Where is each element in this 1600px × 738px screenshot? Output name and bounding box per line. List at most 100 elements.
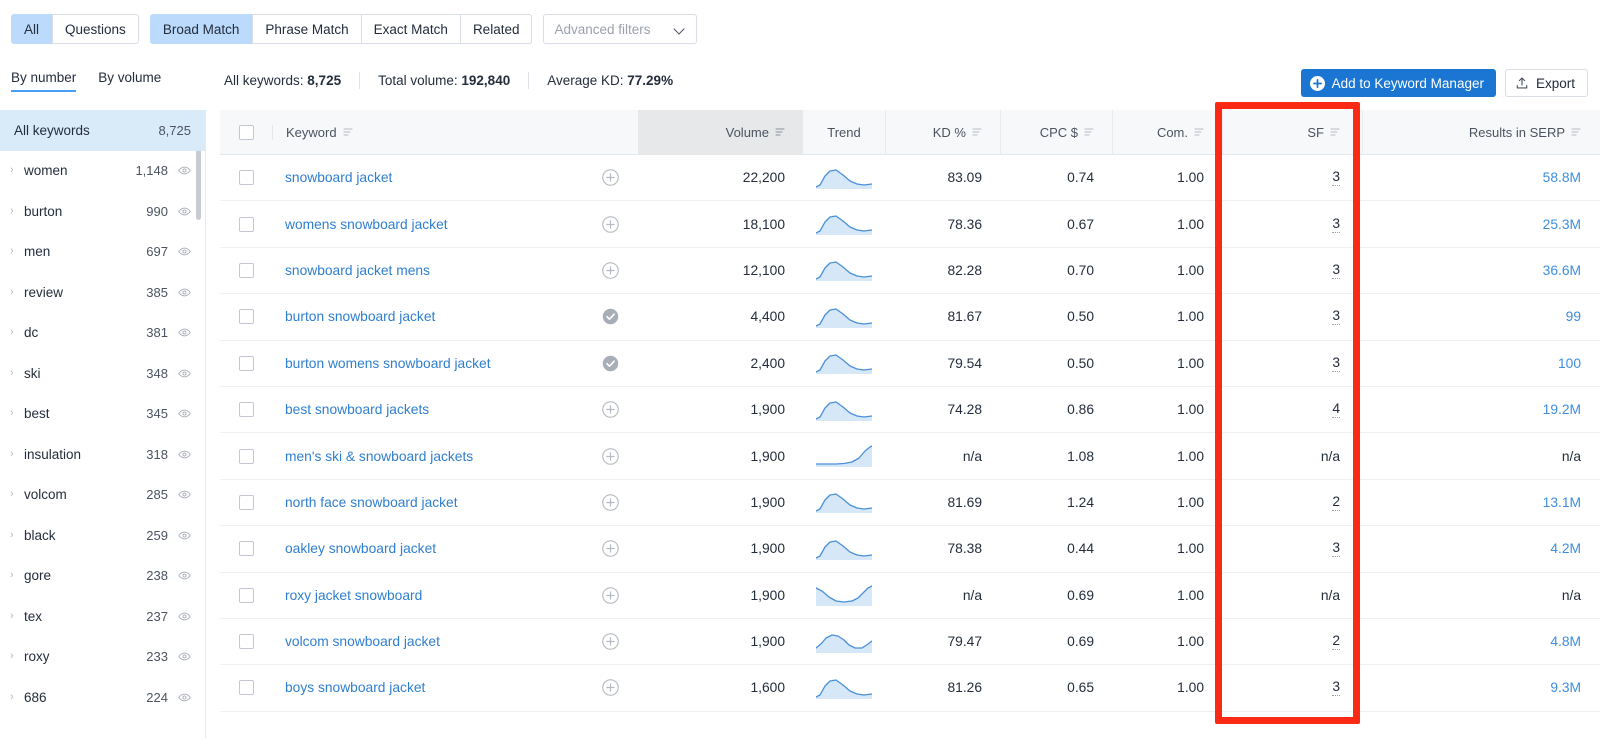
row-checkbox[interactable] — [239, 217, 254, 232]
sidebar-item[interactable]: ›insulation318 — [0, 434, 205, 475]
keyword-link[interactable]: volcom snowboard jacket — [285, 634, 440, 649]
sidebar-item[interactable]: ›gore238 — [0, 556, 205, 597]
add-plus-icon[interactable] — [602, 633, 619, 650]
chevron-right-icon[interactable]: › — [10, 489, 24, 500]
chevron-right-icon[interactable]: › — [10, 530, 24, 541]
results-value[interactable]: 36.6M — [1543, 263, 1581, 278]
results-value[interactable]: 19.2M — [1543, 402, 1581, 417]
sidebar-item[interactable]: ›dc381 — [0, 313, 205, 354]
add-plus-icon[interactable] — [602, 216, 619, 233]
advanced-filters-dropdown[interactable]: Advanced filters — [543, 14, 697, 44]
add-plus-icon[interactable] — [602, 494, 619, 511]
sf-value[interactable]: 3 — [1332, 540, 1340, 557]
keyword-link[interactable]: burton snowboard jacket — [285, 309, 435, 324]
add-plus-icon[interactable] — [602, 448, 619, 465]
row-checkbox[interactable] — [239, 356, 254, 371]
eye-icon[interactable] — [178, 367, 191, 380]
chevron-right-icon[interactable]: › — [10, 368, 24, 379]
sf-value[interactable]: 3 — [1332, 355, 1340, 372]
sf-value[interactable]: 3 — [1332, 262, 1340, 279]
eye-icon[interactable] — [178, 610, 191, 623]
tab-by-number[interactable]: By number — [11, 70, 76, 92]
sidebar-item-all-keywords[interactable]: All keywords 8,725 — [0, 110, 205, 151]
results-value[interactable]: 99 — [1566, 309, 1581, 324]
sidebar-item[interactable]: ›black259 — [0, 515, 205, 556]
sidebar-item[interactable]: ›review385 — [0, 272, 205, 313]
row-checkbox[interactable] — [239, 263, 254, 278]
sidebar-item[interactable]: ›tex237 — [0, 596, 205, 637]
chevron-right-icon[interactable]: › — [10, 651, 24, 662]
filter-related[interactable]: Related — [461, 14, 533, 44]
row-checkbox[interactable] — [239, 588, 254, 603]
sidebar-item[interactable]: ›ski348 — [0, 353, 205, 394]
chevron-right-icon[interactable]: › — [10, 570, 24, 581]
eye-icon[interactable] — [178, 650, 191, 663]
chevron-right-icon[interactable]: › — [10, 246, 24, 257]
keyword-link[interactable]: snowboard jacket mens — [285, 263, 430, 278]
row-checkbox[interactable] — [239, 541, 254, 556]
filter-phrase-match[interactable]: Phrase Match — [252, 14, 361, 44]
export-button[interactable]: Export — [1505, 69, 1588, 97]
filter-all[interactable]: All — [11, 14, 52, 44]
sf-value[interactable]: 4 — [1332, 401, 1340, 418]
added-check-icon[interactable] — [602, 355, 619, 372]
keyword-link[interactable]: womens snowboard jacket — [285, 217, 448, 232]
add-plus-icon[interactable] — [602, 587, 619, 604]
eye-icon[interactable] — [178, 448, 191, 461]
filter-broad-match[interactable]: Broad Match — [150, 14, 253, 44]
header-sf[interactable]: SF — [1222, 110, 1362, 155]
chevron-right-icon[interactable]: › — [10, 206, 24, 217]
added-check-icon[interactable] — [602, 308, 619, 325]
header-kd[interactable]: KD % — [885, 110, 1000, 155]
select-all-checkbox[interactable] — [239, 125, 254, 140]
sidebar-item[interactable]: ›volcom285 — [0, 475, 205, 516]
sf-value[interactable]: 3 — [1332, 308, 1340, 325]
keyword-link[interactable]: oakley snowboard jacket — [285, 541, 436, 556]
eye-icon[interactable] — [178, 569, 191, 582]
add-plus-icon[interactable] — [602, 679, 619, 696]
eye-icon[interactable] — [178, 164, 191, 177]
add-plus-icon[interactable] — [602, 169, 619, 186]
results-value[interactable]: 100 — [1558, 356, 1581, 371]
sidebar-item[interactable]: ›roxy233 — [0, 637, 205, 678]
keyword-link[interactable]: snowboard jacket — [285, 170, 392, 185]
results-value[interactable]: 4.2M — [1550, 541, 1581, 556]
chevron-right-icon[interactable]: › — [10, 611, 24, 622]
keyword-link[interactable]: best snowboard jackets — [285, 402, 429, 417]
eye-icon[interactable] — [178, 286, 191, 299]
keyword-link[interactable]: boys snowboard jacket — [285, 680, 425, 695]
chevron-right-icon[interactable]: › — [10, 287, 24, 298]
eye-icon[interactable] — [178, 326, 191, 339]
sidebar-item[interactable]: ›686224 — [0, 677, 205, 718]
eye-icon[interactable] — [178, 691, 191, 704]
header-volume[interactable]: Volume — [638, 110, 803, 155]
add-plus-icon[interactable] — [602, 401, 619, 418]
filter-questions[interactable]: Questions — [52, 14, 139, 44]
eye-icon[interactable] — [178, 529, 191, 542]
tab-by-volume[interactable]: By volume — [98, 70, 161, 92]
add-to-keyword-manager-button[interactable]: Add to Keyword Manager — [1301, 69, 1496, 97]
sf-value[interactable]: 2 — [1332, 633, 1340, 650]
eye-icon[interactable] — [178, 205, 191, 218]
sidebar-item[interactable]: ›women1,148 — [0, 151, 205, 192]
row-checkbox[interactable] — [239, 402, 254, 417]
eye-icon[interactable] — [178, 407, 191, 420]
row-checkbox[interactable] — [239, 309, 254, 324]
keyword-link[interactable]: north face snowboard jacket — [285, 495, 458, 510]
row-checkbox[interactable] — [239, 680, 254, 695]
keyword-link[interactable]: roxy jacket snowboard — [285, 588, 422, 603]
header-keyword[interactable]: Keyword — [272, 125, 582, 140]
results-value[interactable]: 58.8M — [1543, 170, 1581, 185]
add-plus-icon[interactable] — [602, 540, 619, 557]
chevron-right-icon[interactable]: › — [10, 327, 24, 338]
sidebar-item[interactable]: ›men697 — [0, 232, 205, 273]
sf-value[interactable]: 3 — [1332, 216, 1340, 233]
header-com[interactable]: Com. — [1112, 110, 1222, 155]
header-results-in-serp[interactable]: Results in SERP — [1362, 110, 1600, 155]
row-checkbox[interactable] — [239, 170, 254, 185]
sidebar-item[interactable]: ›best345 — [0, 394, 205, 435]
sf-value[interactable]: 3 — [1332, 679, 1340, 696]
results-value[interactable]: 13.1M — [1543, 495, 1581, 510]
keyword-link[interactable]: burton womens snowboard jacket — [285, 356, 491, 371]
chevron-right-icon[interactable]: › — [10, 408, 24, 419]
